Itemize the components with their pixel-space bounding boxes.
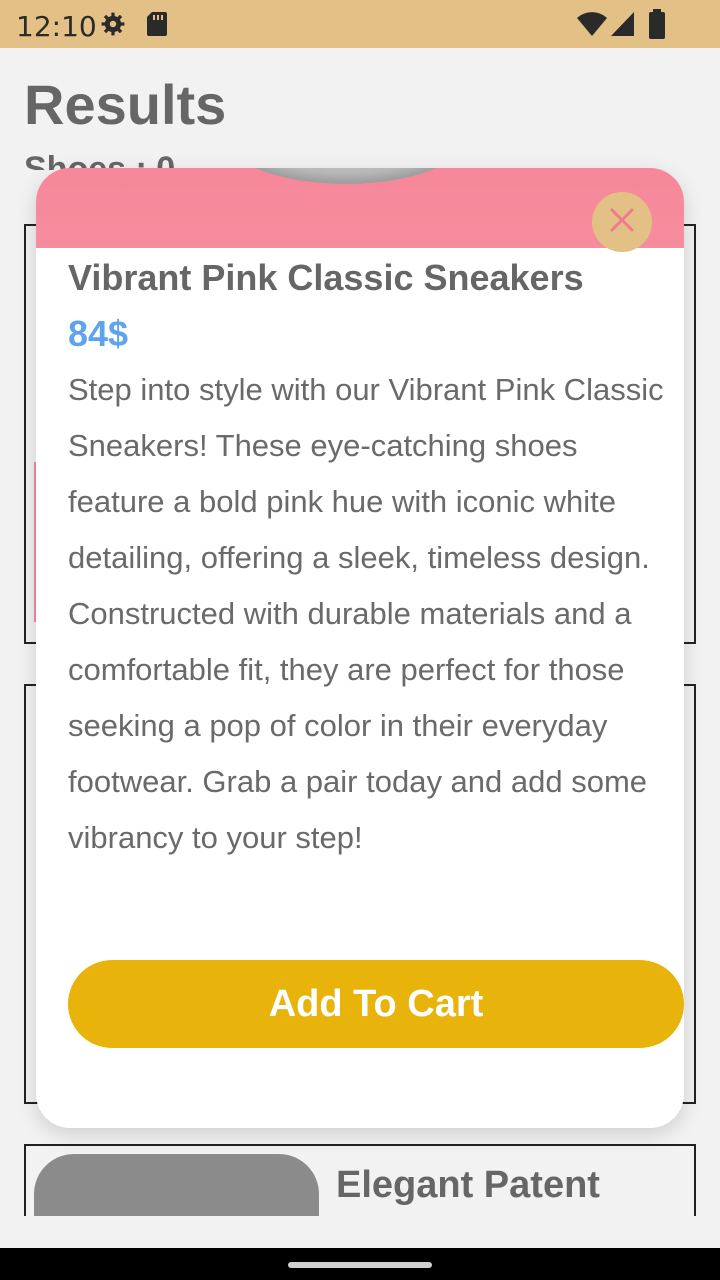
add-to-cart-button[interactable]: Add To Cart [68, 960, 684, 1048]
shoe-sole-graphic [216, 168, 476, 184]
gear-icon [100, 11, 126, 42]
product-title: Vibrant Pink Classic Sneakers [68, 257, 584, 298]
product-card-title: Elegant Patent [336, 1164, 600, 1206]
status-time: 12:10 [16, 10, 97, 43]
signal-icon [610, 11, 636, 42]
product-card-image [34, 1154, 319, 1224]
product-price: 84$ [68, 313, 129, 354]
sd-card-icon [146, 11, 168, 42]
product-description: Step into style with our Vibrant Pink Cl… [68, 372, 664, 855]
page-bottom-gap [0, 1216, 720, 1248]
close-icon [609, 207, 635, 238]
wifi-icon [576, 11, 608, 42]
battery-icon [648, 9, 666, 44]
page-title: Results [24, 73, 227, 136]
page-subtitle: Shoes : 0 [24, 150, 176, 170]
home-gesture-handle[interactable] [288, 1262, 432, 1268]
status-bar: 12:10 [0, 0, 720, 48]
product-detail-modal: Vibrant Pink Classic Sneakers 84$ Step i… [36, 168, 684, 1128]
close-button[interactable] [592, 192, 652, 252]
product-image [36, 168, 684, 248]
